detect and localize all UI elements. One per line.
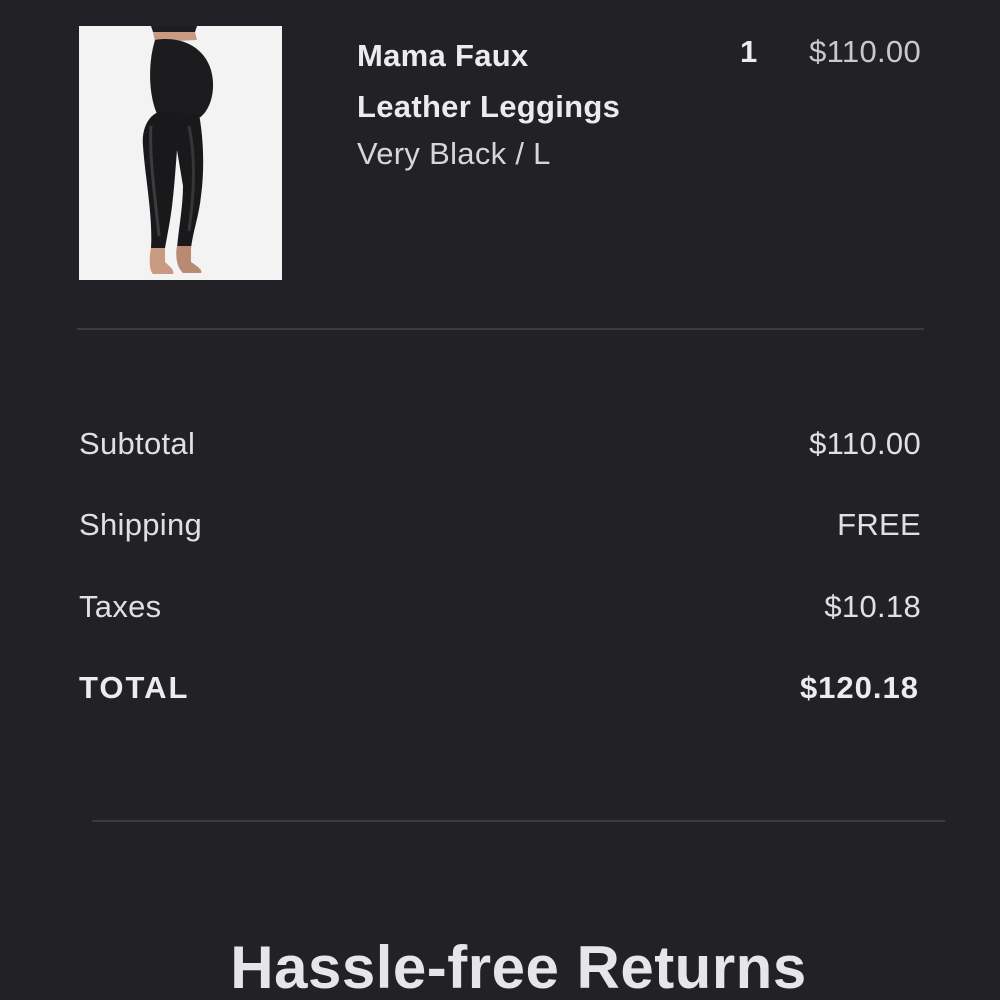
leggings-illustration xyxy=(79,26,282,280)
subtotal-value: $110.00 xyxy=(809,426,921,461)
total-label: TOTAL xyxy=(79,670,190,705)
product-name-line2: Leather Leggings xyxy=(357,89,621,124)
product-image[interactable] xyxy=(79,26,282,280)
subtotal-label: Subtotal xyxy=(79,426,196,461)
taxes-label: Taxes xyxy=(79,589,162,624)
product-quantity: 1 xyxy=(740,34,758,69)
shipping-value: FREE xyxy=(837,507,921,542)
product-variant: Very Black / L xyxy=(357,136,551,171)
returns-heading: Hassle-free Returns xyxy=(230,934,807,1000)
product-price: $110.00 xyxy=(809,34,921,69)
shipping-label: Shipping xyxy=(79,507,203,542)
product-name: Mama Faux Leather Leggings xyxy=(357,30,697,132)
summary-row-subtotal: Subtotal $110.00 xyxy=(79,422,921,466)
total-value: $120.18 xyxy=(799,670,919,705)
taxes-value: $10.18 xyxy=(824,589,921,624)
product-name-line1: Mama Faux xyxy=(357,38,529,73)
divider xyxy=(92,820,945,822)
divider xyxy=(77,328,924,330)
summary-row-total: TOTAL $120.18 xyxy=(79,666,921,710)
summary-row-shipping: Shipping FREE xyxy=(79,503,921,547)
summary-row-taxes: Taxes $10.18 xyxy=(79,585,921,629)
